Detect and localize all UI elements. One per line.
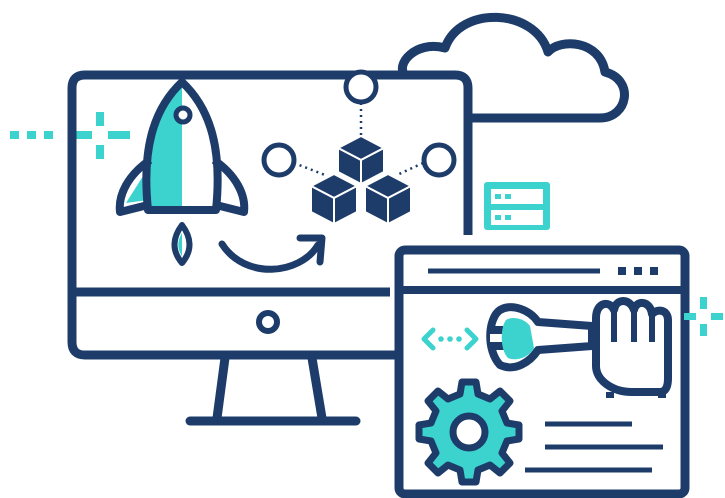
- gear-icon: [415, 378, 523, 486]
- rocket-icon: [115, 78, 249, 266]
- arrow-icon: [218, 234, 326, 273]
- sparkle-icon: [684, 297, 723, 336]
- cubes-network-icon: [261, 69, 457, 226]
- illustration-canvas: [10, 12, 723, 498]
- hand-icon: [592, 297, 672, 398]
- server-icon: [484, 182, 550, 230]
- cloud-icon: [398, 12, 629, 123]
- illustration: [0, 0, 725, 498]
